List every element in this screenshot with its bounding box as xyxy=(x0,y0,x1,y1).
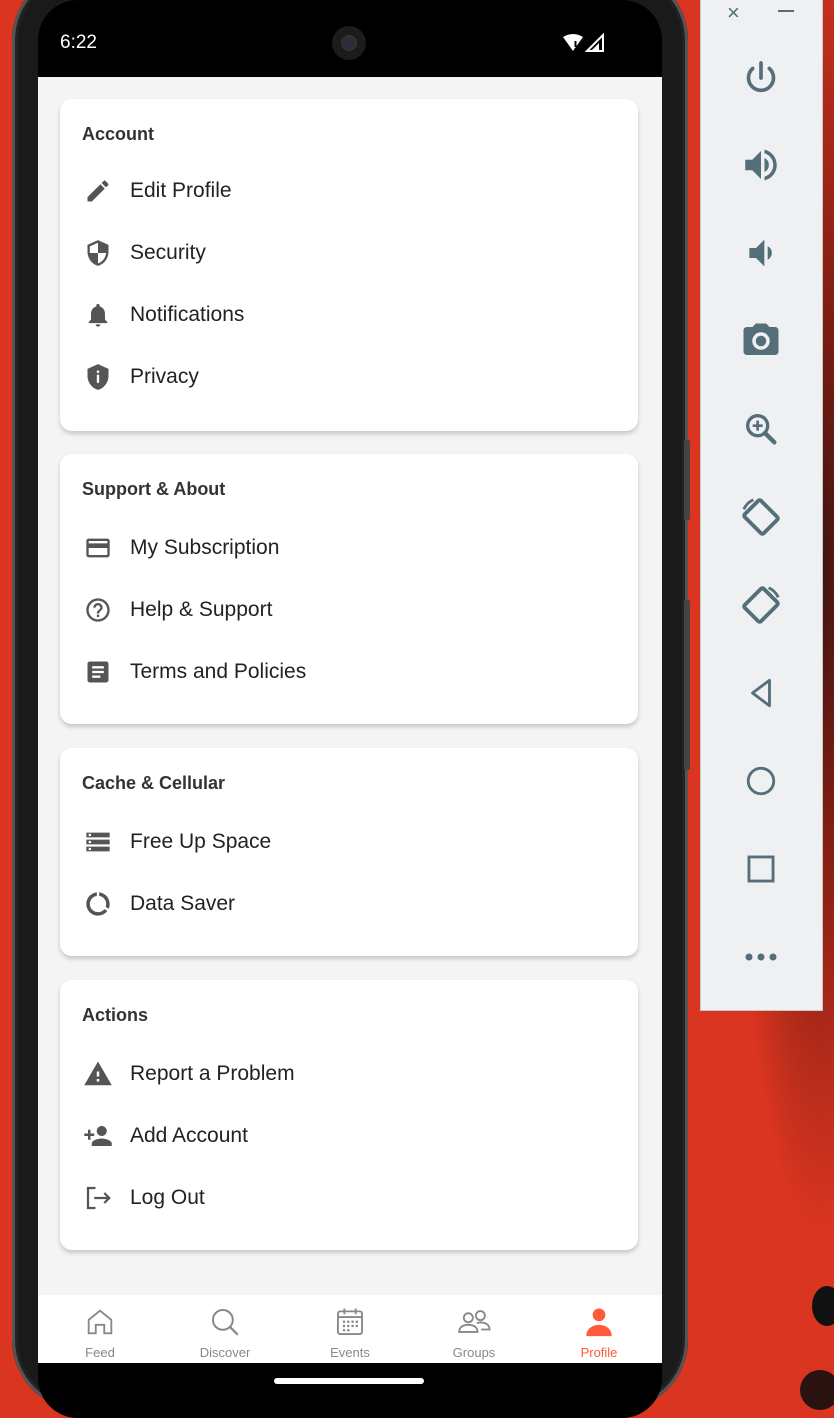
warning-icon xyxy=(82,1058,114,1090)
bell-icon xyxy=(82,299,114,331)
item-label: Help & Support xyxy=(130,598,273,621)
item-label: Add Account xyxy=(130,1124,248,1147)
search-icon xyxy=(208,1305,242,1339)
tab-label: Groups xyxy=(452,1345,496,1360)
person-icon xyxy=(582,1305,616,1339)
item-label: Privacy xyxy=(130,365,199,388)
home-circle-icon[interactable] xyxy=(737,757,785,805)
status-bar: 6:22 xyxy=(38,0,662,78)
background-artwork xyxy=(800,1370,834,1410)
volume-up-icon[interactable] xyxy=(737,141,785,189)
security-item[interactable]: Security xyxy=(82,233,602,273)
section-title: Support & About xyxy=(82,479,226,499)
minimize-icon[interactable] xyxy=(778,10,794,12)
front-camera xyxy=(332,26,366,60)
notifications-item[interactable]: Notifications xyxy=(82,295,602,335)
close-icon[interactable]: × xyxy=(727,0,740,26)
bottom-tab-bar: Feed Discover Events Groups Profile xyxy=(38,1295,662,1363)
shield-icon xyxy=(82,237,114,269)
add-person-icon xyxy=(82,1120,114,1152)
tab-label: Feed xyxy=(85,1345,115,1360)
document-icon xyxy=(82,656,114,688)
tab-events[interactable]: Events xyxy=(288,1295,412,1363)
data-saver-item[interactable]: Data Saver xyxy=(82,884,602,924)
account-card: Account Edit Profile Security Notificati… xyxy=(60,99,638,431)
status-icons xyxy=(561,32,605,58)
item-label: Free Up Space xyxy=(130,830,272,853)
wifi-icon xyxy=(563,34,583,51)
groups-icon xyxy=(455,1305,493,1339)
free-up-space-item[interactable]: Free Up Space xyxy=(82,822,602,862)
privacy-item[interactable]: Privacy xyxy=(82,357,602,397)
overview-icon[interactable] xyxy=(737,845,785,893)
toolbar-window-controls: × xyxy=(701,0,822,26)
calendar-icon xyxy=(333,1305,367,1339)
more-icon[interactable] xyxy=(737,933,785,981)
background-artwork xyxy=(812,1286,834,1326)
volume-down-icon[interactable] xyxy=(737,229,785,277)
emulator-toolbar: × xyxy=(700,0,823,1011)
tab-label: Profile xyxy=(580,1345,618,1360)
pencil-icon xyxy=(82,175,114,207)
tab-discover[interactable]: Discover xyxy=(163,1295,287,1363)
cache-cellular-card: Cache & Cellular Free Up Space Data Save… xyxy=(60,748,638,956)
item-label: Edit Profile xyxy=(130,179,232,202)
storage-icon xyxy=(82,826,114,858)
terms-policies-item[interactable]: Terms and Policies xyxy=(82,652,602,692)
item-label: Data Saver xyxy=(130,892,236,915)
credit-card-icon xyxy=(82,532,114,564)
report-problem-item[interactable]: Report a Problem xyxy=(82,1054,602,1094)
item-label: Security xyxy=(130,241,206,264)
help-support-item[interactable]: Help & Support xyxy=(82,590,602,630)
shield-info-icon xyxy=(82,361,114,393)
log-out-item[interactable]: Log Out xyxy=(82,1178,602,1218)
section-title: Account xyxy=(82,124,154,144)
rotate-left-icon[interactable] xyxy=(737,493,785,541)
tab-label: Events xyxy=(330,1345,370,1360)
logout-icon xyxy=(82,1182,114,1214)
section-title: Actions xyxy=(82,1005,149,1025)
help-circle-icon xyxy=(82,594,114,626)
rotate-right-icon[interactable] xyxy=(737,581,785,629)
tab-groups[interactable]: Groups xyxy=(412,1295,536,1363)
item-label: Report a Problem xyxy=(130,1062,295,1085)
camera-icon[interactable] xyxy=(737,317,785,365)
power-icon[interactable] xyxy=(737,54,785,102)
support-about-card: Support & About My Subscription Help & S… xyxy=(60,454,638,724)
item-label: Notifications xyxy=(130,303,245,326)
tab-profile[interactable]: Profile xyxy=(537,1295,661,1363)
profile-settings-screen: Account Edit Profile Security Notificati… xyxy=(38,77,662,1363)
edit-profile-item[interactable]: Edit Profile xyxy=(82,171,602,211)
back-icon[interactable] xyxy=(737,669,785,717)
section-title: Cache & Cellular xyxy=(82,773,226,793)
zoom-icon[interactable] xyxy=(737,405,785,453)
add-account-item[interactable]: Add Account xyxy=(82,1116,602,1156)
gesture-home-bar[interactable] xyxy=(274,1378,424,1384)
item-label: My Subscription xyxy=(130,536,280,559)
item-label: Log Out xyxy=(130,1186,205,1209)
item-label: Terms and Policies xyxy=(130,660,307,683)
data-saver-icon xyxy=(82,888,114,920)
tab-feed[interactable]: Feed xyxy=(38,1295,162,1363)
tab-label: Discover xyxy=(199,1345,251,1360)
home-icon xyxy=(82,1305,118,1339)
status-time: 6:22 xyxy=(60,32,97,53)
actions-card: Actions Report a Problem Add Account Log… xyxy=(60,980,638,1250)
subscription-item[interactable]: My Subscription xyxy=(82,528,602,568)
